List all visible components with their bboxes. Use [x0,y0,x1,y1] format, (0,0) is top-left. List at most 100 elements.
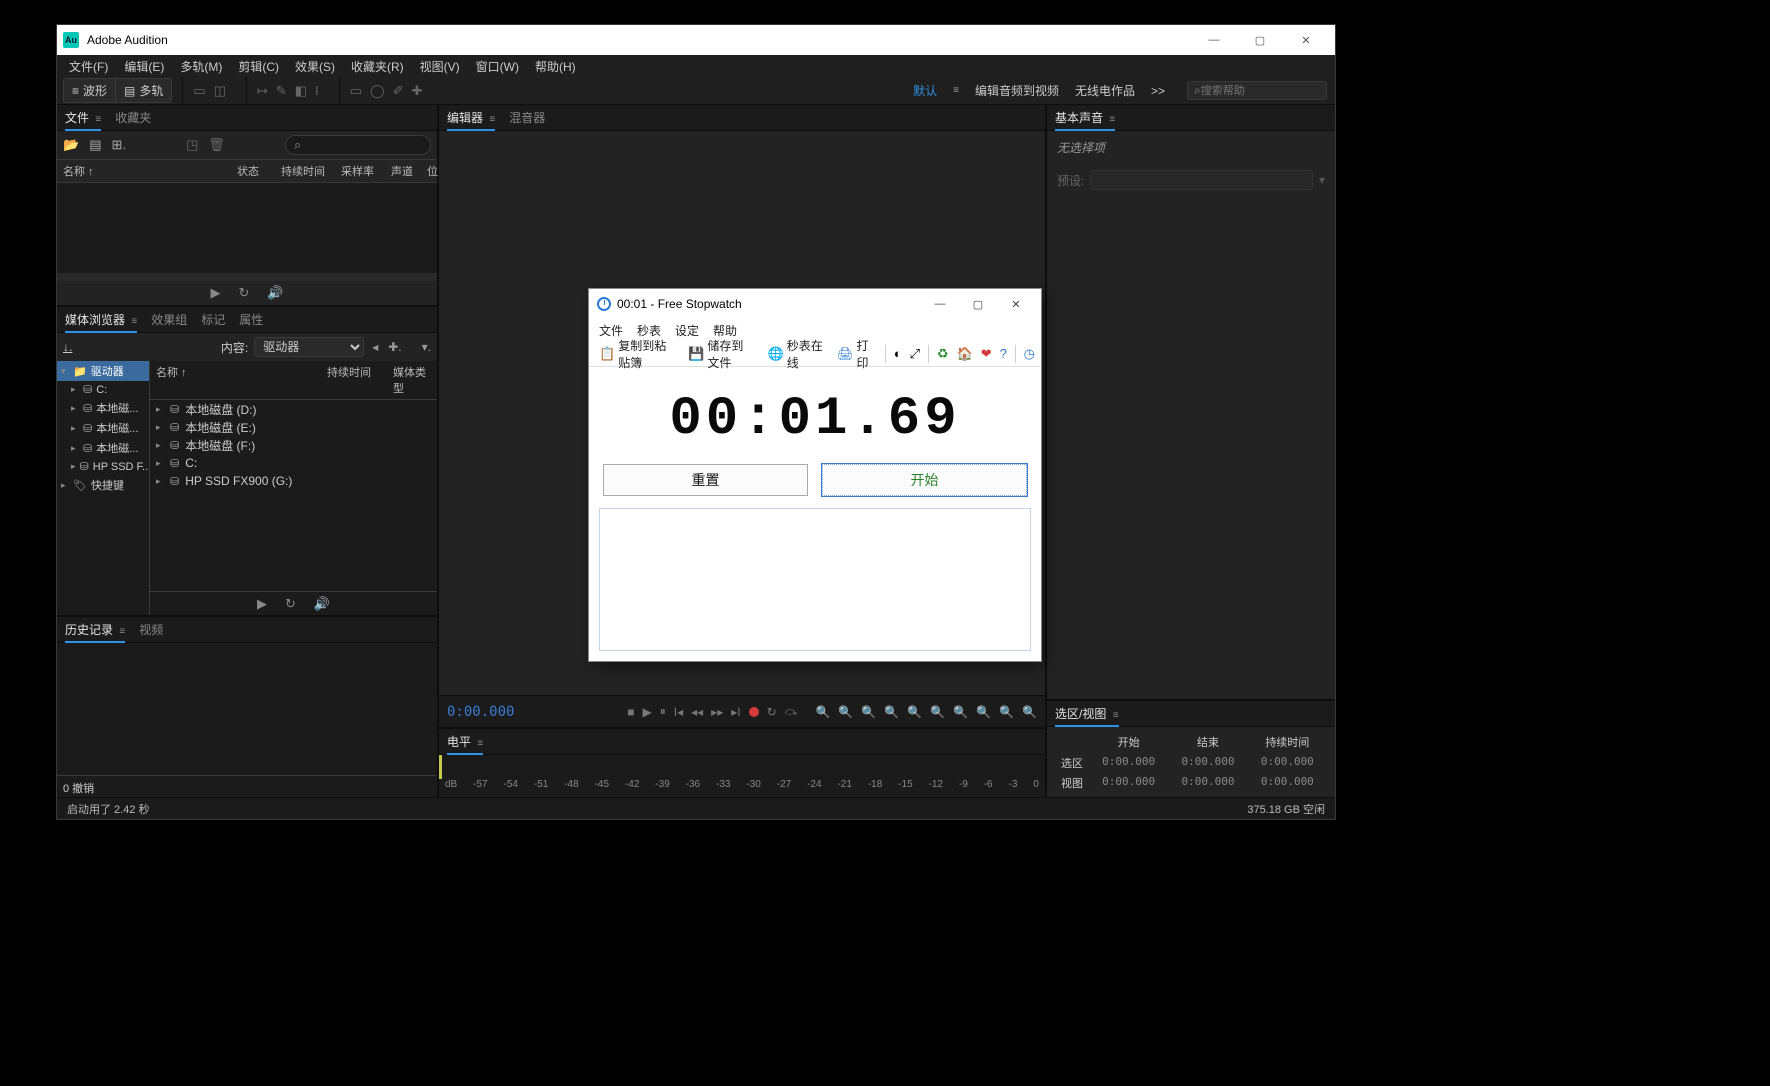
maximize-button[interactable]: ▢ [959,291,997,317]
tree-item[interactable]: ▸⛁HP SSD F... [57,458,149,475]
move-tool-icon[interactable]: ↦ [257,83,268,99]
media-tree[interactable]: ▾📁驱动器▸⛁C:▸⛁本地磁...▸⛁本地磁...▸⛁本地磁...▸⛁HP SS… [57,361,149,615]
zoom-in-time-icon[interactable]: 🔍 [976,705,991,719]
menu-view[interactable]: 视图(V) [412,55,468,78]
tab-editor[interactable]: 编辑器 ≡ [447,105,495,131]
preset-dropdown-icon[interactable]: ▾ [1319,173,1325,187]
menu-file[interactable]: 文件(F) [61,55,116,78]
volume-icon[interactable]: 🔊 [314,596,330,612]
tab-files[interactable]: 文件 ≡ [65,105,101,131]
zoom-full-icon[interactable]: 🔍 [861,705,876,719]
slip-tool-icon[interactable]: ◧ [295,83,307,99]
menu-edit[interactable]: 编辑(E) [116,55,172,78]
tab-mixer[interactable]: 混音器 [509,105,545,130]
skip-silence-button[interactable]: ⤼ [785,704,798,719]
waveform-mode-button[interactable]: ≡ 波形 [64,79,115,102]
forward-end-button[interactable]: ▸I [731,705,740,719]
razor-tool-icon[interactable]: ✎ [276,83,287,99]
media-row[interactable]: ▸⛁HP SSD FX900 (G:) [150,472,437,490]
col-name[interactable]: 名称 ↑ [57,160,231,182]
history-list[interactable] [57,643,437,775]
tree-item[interactable]: ▸⛁C: [57,381,149,398]
home-icon[interactable]: 🏠 [957,346,973,362]
panel-menu-icon[interactable]: ≡ [1109,114,1115,125]
menu-effects[interactable]: 效果(S) [287,55,343,78]
tree-item[interactable]: ▾📁驱动器 [57,361,149,381]
content-select[interactable]: 驱动器 [254,337,364,357]
zoom-out-icon[interactable]: 🔍 [838,705,853,719]
sel-start[interactable]: 0:00.000 [1089,753,1168,773]
multitrack-mode-button[interactable]: ▤ 多轨 [115,79,171,102]
menu-multitrack[interactable]: 多轨(M) [172,55,230,78]
forward-button[interactable]: ▸▸ [711,705,723,719]
tree-item[interactable]: ▸🏷快捷键 [57,475,149,495]
marquee-tool-icon[interactable]: ▭ [350,83,362,99]
lap-list[interactable] [599,508,1031,651]
refresh-icon[interactable]: ♻ [937,346,949,362]
lasso-tool-icon[interactable]: ◯ [370,83,385,99]
minimize-button[interactable]: — [1191,25,1237,55]
nav-fwd-icon[interactable]: ✚. [388,340,401,354]
new-file-icon[interactable]: ▤ [89,137,101,153]
zoom-selection-icon[interactable]: 🔍 [884,705,899,719]
col-duration[interactable]: 持续时间 [321,361,389,399]
play-icon[interactable]: ▶ [257,596,267,612]
audition-titlebar[interactable]: Au Adobe Audition — ▢ ✕ [57,25,1335,55]
media-row[interactable]: ▸⛁本地磁盘 (D:) [150,400,437,418]
workspace-audio-video[interactable]: 编辑音频到视频 [975,82,1059,99]
sel-dur[interactable]: 0:00.000 [1248,753,1327,773]
time-tool-icon[interactable]: I [315,83,319,98]
maximize-button[interactable]: ▢ [1237,25,1283,55]
tab-effects-rack[interactable]: 效果组 [151,307,187,332]
tab-levels[interactable]: 电平 ≡ [447,729,483,755]
tree-item[interactable]: ▸⛁本地磁... [57,438,149,458]
loop-button[interactable]: ↻ [767,705,777,719]
record-button[interactable] [749,707,759,717]
new-multitrack-icon[interactable]: ⊞. [111,137,126,153]
menu-window[interactable]: 窗口(W) [468,55,527,78]
menu-help[interactable]: 帮助(H) [527,55,584,78]
media-row[interactable]: ▸⛁本地磁盘 (E:) [150,418,437,436]
heart-icon[interactable]: ❤ [981,346,992,362]
spectral-tool-icon[interactable]: ◫ [214,83,226,99]
menu-clip[interactable]: 剪辑(C) [230,55,287,78]
healing-tool-icon[interactable]: ✚ [411,83,422,99]
zoom-out-time-icon[interactable]: 🔍 [999,705,1014,719]
files-list[interactable] [57,183,437,273]
nav-back-icon[interactable]: ◂ [372,340,378,354]
minimize-button[interactable]: — [921,291,959,317]
workspace-menu-icon[interactable]: ≡ [953,85,959,96]
tab-media-browser[interactable]: 媒体浏览器 ≡ [65,307,137,333]
col-status[interactable]: 状态 [231,160,275,182]
files-search[interactable] [285,135,431,155]
zoom-in-icon[interactable]: 🔍 [815,705,830,719]
tab-favorites[interactable]: 收藏夹 [115,105,151,130]
col-duration[interactable]: 持续时间 [275,160,335,182]
trash-icon[interactable]: 🗑 [208,137,225,153]
media-row[interactable]: ▸⛁本地磁盘 (F:) [150,436,437,454]
panel-menu-icon[interactable]: ≡ [95,114,101,125]
tab-markers[interactable]: 标记 [201,307,225,332]
import-icon[interactable]: ◳ [186,137,198,153]
view-dur[interactable]: 0:00.000 [1248,773,1327,793]
stop-button[interactable]: ■ [627,705,634,719]
zoom-out-vert-icon[interactable]: 🔍 [930,705,945,719]
open-file-icon[interactable]: 📂 [63,137,79,153]
tab-video[interactable]: 视频 [139,617,163,642]
brush-tool-icon[interactable]: ✐ [393,83,404,99]
help-search-input[interactable] [1201,85,1320,97]
media-list[interactable]: ▸⛁本地磁盘 (D:)▸⛁本地磁盘 (E:)▸⛁本地磁盘 (F:)▸⛁C:▸⛁H… [150,400,437,591]
close-button[interactable]: ✕ [1283,25,1329,55]
loop-icon[interactable]: ↻ [285,596,296,612]
workspace-radio[interactable]: 无线电作品 [1075,82,1135,99]
rewind-button[interactable]: ◂◂ [691,705,703,719]
zoom-custom-icon[interactable]: 🔍 [1022,705,1037,719]
help-search[interactable]: ⌕ [1187,81,1327,100]
tab-selection-view[interactable]: 选区/视图 ≡ [1055,701,1119,727]
tree-item[interactable]: ▸⛁本地磁... [57,398,149,418]
reset-button[interactable]: 重置 [603,464,808,496]
loop-preview-icon[interactable]: ↻ [238,285,249,301]
pause-button[interactable]: ⏸ [660,704,666,719]
col-type[interactable]: 媒体类型 [389,361,437,399]
level-meter[interactable] [439,755,1045,779]
